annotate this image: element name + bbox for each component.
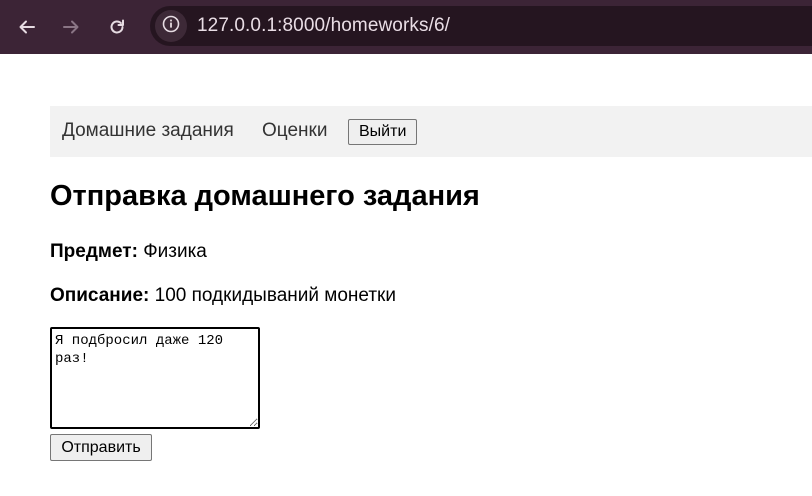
logout-button[interactable]: Выйти [348,119,418,145]
subject-label: Предмет: [50,241,138,262]
nav-link-homeworks[interactable]: Домашние задания [62,120,234,142]
page-title: Отправка домашнего задания [50,180,480,212]
back-button[interactable] [11,11,43,43]
subject-value: Физика [143,241,207,262]
address-bar[interactable]: 127.0.0.1:8000/homeworks/6/ [150,6,812,46]
description-label: Описание: [50,285,150,306]
top-navigation: Домашние задания Оценки Выйти [50,106,812,157]
site-info-button[interactable] [155,10,187,42]
description-line: Описание: 100 подкидываний монетки [50,285,396,307]
subject-line: Предмет: Физика [50,241,207,263]
forward-button[interactable] [55,11,87,43]
answer-textarea[interactable]: Я подбросил даже 120 раз! [50,327,260,429]
nav-link-grades[interactable]: Оценки [262,120,327,142]
reload-icon [108,18,126,36]
reload-button[interactable] [101,11,133,43]
arrow-right-icon [62,18,80,36]
info-icon [162,15,180,38]
page-content: Домашние задания Оценки Выйти Отправка д… [0,54,812,496]
browser-toolbar: 127.0.0.1:8000/homeworks/6/ [0,0,812,54]
submit-button[interactable]: Отправить [50,434,152,461]
description-value: 100 подкидываний монетки [154,285,396,306]
arrow-left-icon [18,18,36,36]
url-text[interactable]: 127.0.0.1:8000/homeworks/6/ [197,15,450,37]
